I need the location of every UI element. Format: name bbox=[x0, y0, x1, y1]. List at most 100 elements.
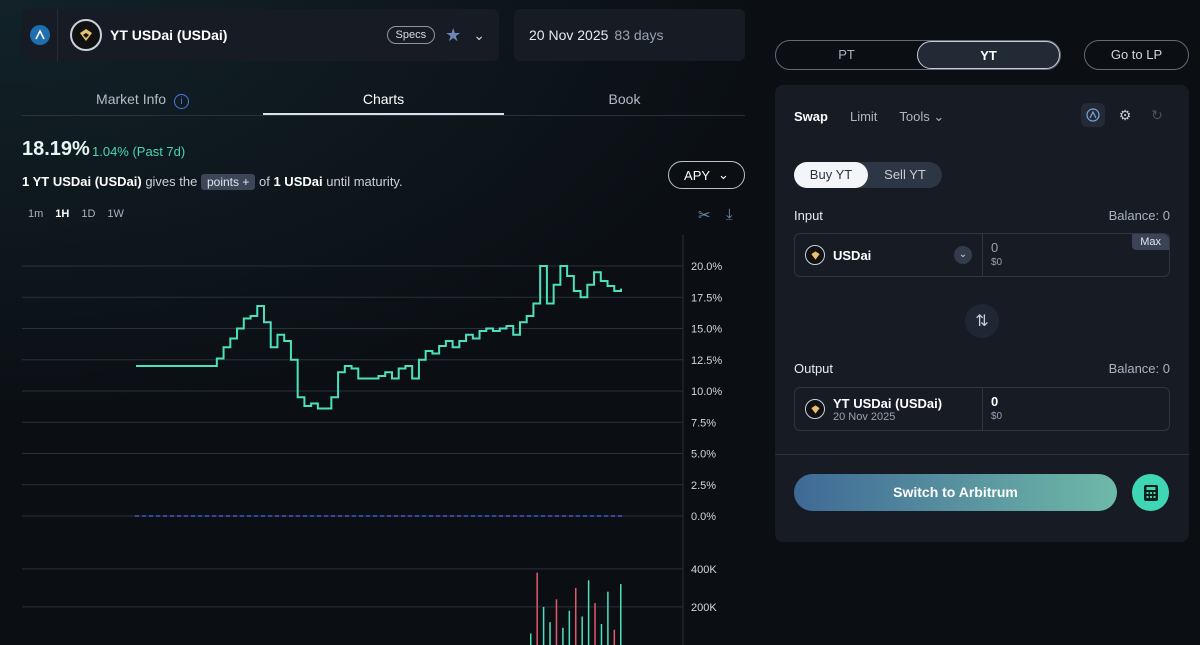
apy-description: 1 YT USDai (USDai) gives the points + of… bbox=[22, 174, 403, 190]
tab-book-label: Book bbox=[608, 91, 641, 107]
max-button[interactable]: Max bbox=[1132, 234, 1169, 250]
market-name: YT USDai (USDai) bbox=[110, 27, 228, 43]
volume-bar bbox=[536, 572, 538, 645]
input-amount-field[interactable]: 0 $0 Max bbox=[983, 234, 1169, 276]
volume-bar bbox=[587, 580, 590, 645]
plus-icon: + bbox=[242, 175, 250, 189]
chevron-down-icon[interactable]: ⌄ bbox=[473, 27, 485, 44]
trade-tabs: Swap Limit Tools ⌄ bbox=[794, 109, 944, 125]
tab-charts[interactable]: Charts bbox=[263, 82, 504, 115]
chain-selector[interactable] bbox=[22, 9, 58, 61]
maturity-date: 20 Nov 2025 bbox=[529, 27, 609, 43]
switch-network-button[interactable]: Switch to Arbitrum bbox=[794, 474, 1117, 511]
specs-button[interactable]: Specs bbox=[386, 26, 436, 44]
days-remaining: 83 days bbox=[614, 27, 664, 43]
refresh-icon[interactable]: ↻ bbox=[1145, 103, 1169, 127]
volume-bar bbox=[530, 633, 532, 645]
volume-bar bbox=[555, 599, 558, 645]
desc-suffix: until maturity. bbox=[326, 174, 403, 189]
volume-bar bbox=[549, 622, 551, 645]
y-tick-label: 2.5% bbox=[691, 480, 716, 492]
tab-tools[interactable]: Tools ⌄ bbox=[899, 109, 944, 125]
info-icon[interactable]: i bbox=[173, 94, 189, 109]
pt-button[interactable]: PT bbox=[776, 41, 917, 69]
input-box: USDai ⌄ 0 $0 Max bbox=[794, 233, 1170, 277]
output-label: Output bbox=[794, 361, 834, 376]
maturity-box: 20 Nov 2025 83 days bbox=[514, 9, 745, 61]
calculator-icon[interactable] bbox=[1132, 474, 1169, 511]
trade-panel: Swap Limit Tools ⌄ ⚙ ↻ Buy YT Sell YT In… bbox=[775, 85, 1189, 542]
pt-yt-toggle: PT YT bbox=[775, 40, 1061, 70]
tab-charts-label: Charts bbox=[362, 91, 405, 107]
volume-bar bbox=[600, 624, 603, 645]
swap-direction-icon[interactable]: ⇅ bbox=[965, 304, 999, 338]
apy-value: 18.19% bbox=[22, 138, 90, 160]
timeframe-1h[interactable]: 1H bbox=[55, 208, 69, 220]
y-tick-label: 7.5% bbox=[691, 417, 716, 429]
gear-icon[interactable]: ⚙ bbox=[1113, 103, 1137, 127]
y-tick-label: 20.0% bbox=[691, 261, 722, 273]
tab-market-info-label: Market Info bbox=[96, 91, 167, 107]
yt-button[interactable]: YT bbox=[917, 41, 1060, 69]
input-token-selector[interactable]: USDai ⌄ bbox=[795, 234, 983, 276]
chevron-down-icon: ⌄ bbox=[933, 109, 945, 124]
volume-bar bbox=[620, 584, 622, 645]
output-token-date: 20 Nov 2025 bbox=[833, 410, 896, 423]
output-box: YT USDai (USDai) 20 Nov 2025 0 $0 bbox=[794, 387, 1170, 431]
output-balance: Balance: 0 bbox=[1108, 361, 1170, 376]
input-token-name: USDai bbox=[833, 247, 872, 263]
output-token: YT USDai (USDai) 20 Nov 2025 bbox=[795, 388, 983, 430]
chart-tools-icon[interactable]: ✂ bbox=[698, 206, 711, 224]
usdai-token-icon bbox=[70, 19, 102, 51]
volume-bar bbox=[542, 606, 545, 645]
timeframe-selector: 1m 1H 1D 1W bbox=[28, 208, 124, 220]
volume-bar bbox=[562, 627, 564, 645]
apy-chart: 20.0% 17.5% 15.0% 12.5% 10.0% 7.5% 5.0% 2.5% 0.0… bbox=[22, 235, 722, 645]
download-icon[interactable]: ⤓ bbox=[726, 206, 733, 223]
metric-select[interactable]: APY ⌄ bbox=[668, 161, 745, 189]
output-amount-field: 0 $0 bbox=[983, 388, 1169, 430]
volume-tick-label: 400K bbox=[691, 564, 717, 576]
arbitrum-chain-icon bbox=[29, 25, 50, 45]
y-tick-label: 10.0% bbox=[691, 386, 722, 398]
input-balance: Balance: 0 bbox=[1108, 208, 1170, 223]
market-tabs: Market Info i Charts Book bbox=[22, 82, 745, 116]
y-tick-label: 17.5% bbox=[691, 292, 722, 304]
buy-sell-toggle: Buy YT Sell YT bbox=[794, 162, 942, 188]
tab-market-info[interactable]: Market Info i bbox=[22, 82, 263, 115]
y-tick-label: 0.0% bbox=[691, 511, 716, 523]
chain-icon[interactable] bbox=[1081, 103, 1105, 127]
desc-of: of bbox=[259, 174, 270, 189]
output-usd: $0 bbox=[991, 411, 1003, 422]
points-badge[interactable]: points + bbox=[200, 174, 256, 190]
timeframe-1w[interactable]: 1W bbox=[107, 208, 124, 220]
go-to-lp-button[interactable]: Go to LP bbox=[1084, 40, 1189, 70]
timeframe-1m[interactable]: 1m bbox=[28, 208, 43, 220]
panel-icons: ⚙ ↻ bbox=[1081, 103, 1169, 127]
desc-asset: 1 YT USDai (USDai) bbox=[22, 174, 142, 189]
chevron-down-icon[interactable]: ⌄ bbox=[954, 246, 972, 264]
apy-series-line bbox=[136, 265, 622, 410]
volume-bar bbox=[594, 603, 596, 645]
desc-gives: gives the bbox=[145, 174, 198, 189]
tab-limit[interactable]: Limit bbox=[850, 109, 877, 125]
y-tick-label: 5.0% bbox=[691, 449, 716, 461]
tab-swap[interactable]: Swap bbox=[794, 109, 828, 125]
volume-bar bbox=[607, 591, 609, 645]
desc-token: 1 USDai bbox=[273, 174, 323, 189]
input-label: Input bbox=[794, 208, 823, 223]
divider bbox=[775, 454, 1189, 455]
timeframe-1d[interactable]: 1D bbox=[81, 208, 95, 220]
tab-tools-label: Tools bbox=[899, 109, 930, 124]
usdai-token-icon bbox=[805, 245, 825, 265]
buy-yt-button[interactable]: Buy YT bbox=[794, 162, 868, 188]
output-amount: 0 bbox=[991, 394, 999, 409]
market-selector[interactable]: YT USDai (USDai) Specs ★ ⌄ bbox=[22, 9, 499, 61]
metric-select-label: APY bbox=[684, 167, 711, 183]
input-usd: $0 bbox=[991, 257, 1003, 268]
apy-change: 1.04% (Past 7d) bbox=[92, 144, 186, 159]
tab-book[interactable]: Book bbox=[504, 82, 745, 115]
sell-yt-button[interactable]: Sell YT bbox=[868, 162, 942, 188]
yt-token-icon bbox=[805, 399, 825, 419]
star-icon[interactable]: ★ bbox=[445, 25, 461, 46]
